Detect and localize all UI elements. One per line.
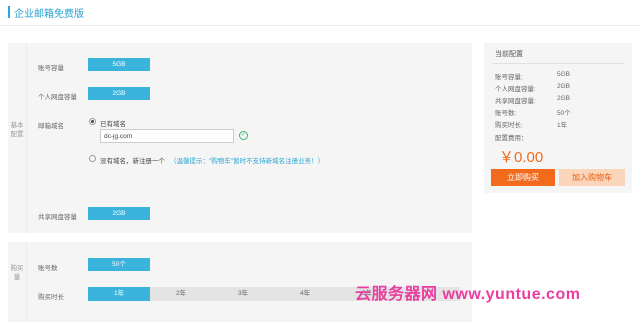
watermark-cn: 云服务器网: [355, 286, 438, 303]
summary-divider: [492, 63, 624, 64]
page-header: 企业邮箱免费版: [0, 0, 640, 26]
summary-value: 5GB: [557, 71, 571, 78]
duration-option-2[interactable]: 2年: [150, 287, 212, 301]
summary-value: 2GB: [557, 95, 571, 102]
shared-disk-label: 共享网盘容量: [38, 214, 77, 221]
accounts-chip[interactable]: 50个: [88, 258, 150, 271]
duration-label: 购买时长: [38, 294, 64, 301]
have-domain-label: 已有域名: [100, 121, 126, 128]
buy-now-button[interactable]: 立即购买: [491, 169, 555, 186]
personal-disk-chip[interactable]: 2GB: [88, 87, 150, 100]
account-capacity-label: 账号容量: [38, 65, 64, 72]
have-domain-radio[interactable]: [89, 118, 96, 125]
domain-input[interactable]: [100, 129, 234, 143]
new-domain-radio[interactable]: [89, 155, 96, 162]
summary-value: 50个: [557, 110, 571, 117]
watermark-url: www.yuntue.com: [442, 286, 581, 303]
page-title: 企业邮箱免费版: [14, 9, 84, 20]
title-accent-bar: [8, 6, 10, 18]
duration-option-1[interactable]: 1年: [88, 287, 150, 301]
site-watermark: 云服务器网 www.yuntue.com: [355, 280, 580, 304]
fee-label: 配置费用：: [495, 135, 528, 142]
accounts-label: 账号数: [38, 265, 58, 272]
duration-option-4[interactable]: 4年: [274, 287, 336, 301]
duration-option-3[interactable]: 3年: [212, 287, 274, 301]
shared-disk-chip[interactable]: 2GB: [88, 207, 150, 220]
summary-title: 当前配置: [495, 51, 523, 58]
price-value: ￥0.00: [499, 149, 544, 166]
summary-key: 个人网盘容量:: [495, 86, 536, 93]
summary-value: 2GB: [557, 83, 571, 90]
domain-label: 邮箱域名: [38, 123, 64, 130]
summary-key: 账号数:: [495, 110, 517, 117]
personal-disk-label: 个人网盘容量: [38, 94, 77, 101]
basic-side-label: 基本配置: [10, 122, 24, 138]
basic-config-inner: [26, 43, 472, 233]
buy-side-label: 购买量: [10, 265, 24, 281]
check-circle-icon: ✓: [239, 131, 248, 140]
summary-value: 1年: [557, 122, 568, 129]
new-domain-label: 没有域名，新注册一个: [100, 158, 165, 165]
account-capacity-chip[interactable]: 5GB: [88, 58, 150, 71]
cart-hint: （温馨提示："购物车"暂时不支持新域名注册业务！）: [170, 158, 325, 165]
current-config-card: 当前配置 账号容量: 5GB 个人网盘容量: 2GB 共享网盘容量: 2GB 账…: [484, 43, 632, 193]
add-to-cart-button[interactable]: 加入购物车: [559, 169, 625, 186]
summary-key: 账号容量:: [495, 74, 523, 81]
summary-key: 购买时长:: [495, 122, 523, 129]
summary-key: 共享网盘容量:: [495, 98, 536, 105]
